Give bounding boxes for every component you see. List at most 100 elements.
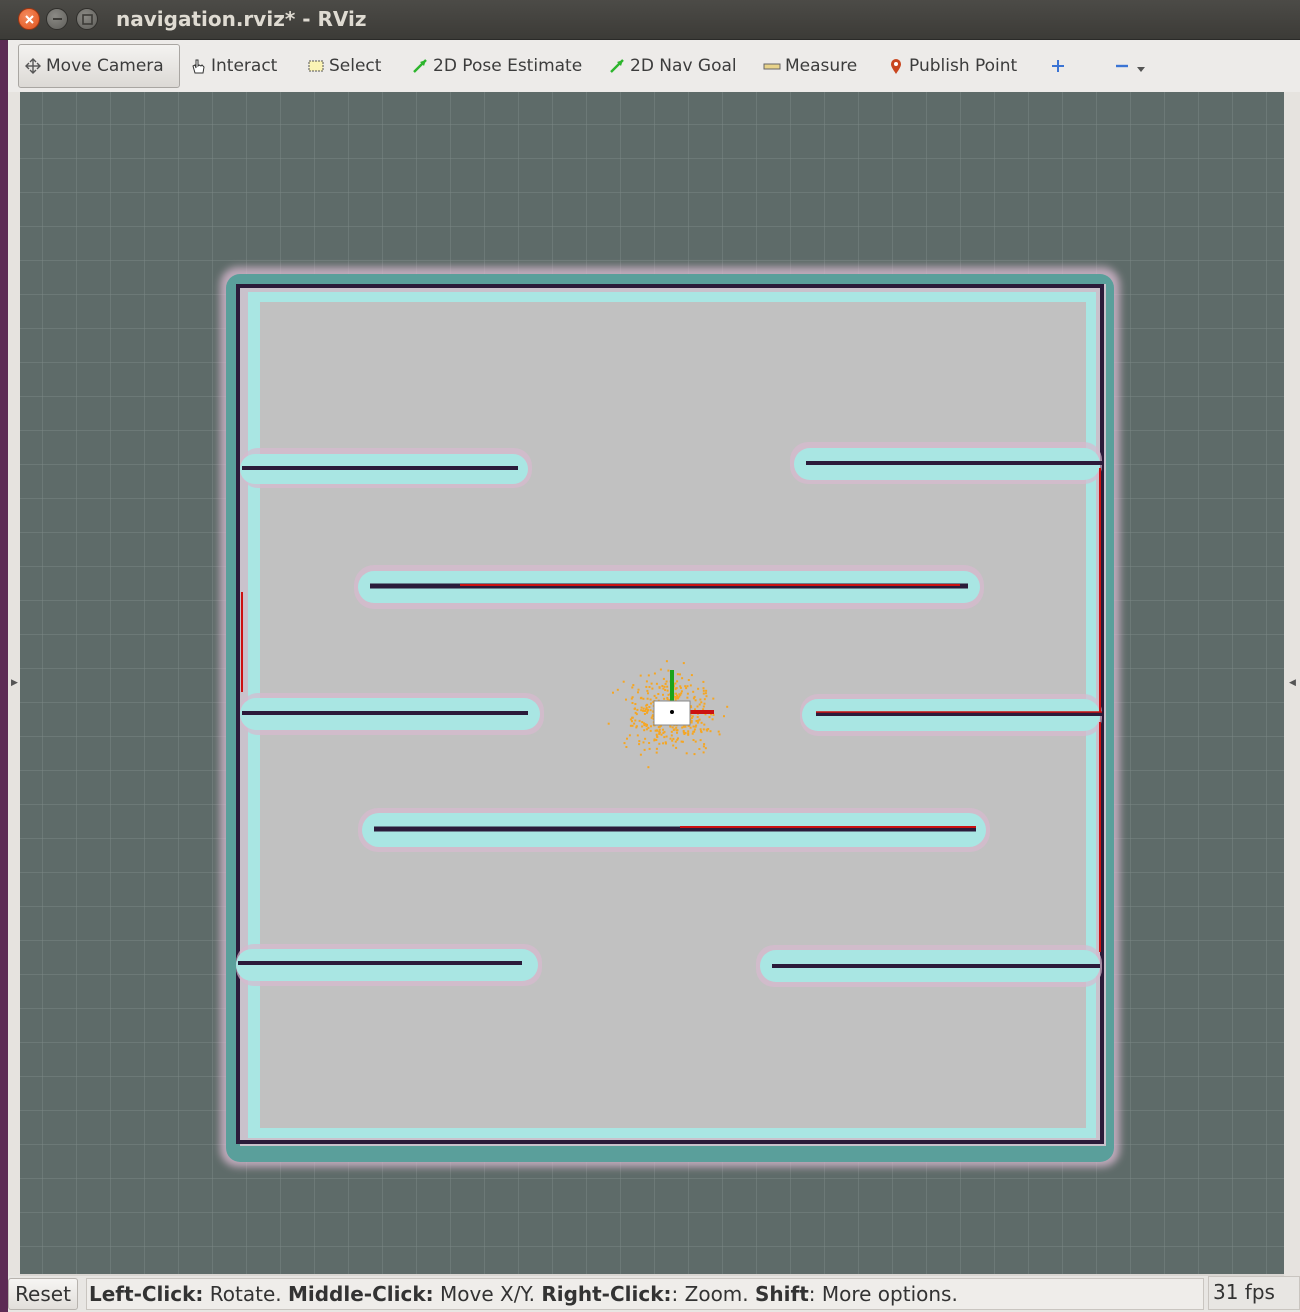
- particle: [702, 680, 705, 683]
- particle: [711, 718, 714, 721]
- minus-icon: [1112, 56, 1132, 76]
- tool-toolbar: Move Camera Interact Select 2D Pose Esti…: [8, 40, 1300, 92]
- particle: [667, 693, 670, 696]
- reset-button[interactable]: Reset: [8, 1278, 78, 1310]
- particle: [666, 685, 669, 688]
- particle: [645, 725, 648, 728]
- particle: [646, 710, 649, 713]
- title-bar: navigation.rviz* - RViz: [0, 0, 1300, 40]
- particle: [684, 725, 687, 728]
- particle: [699, 728, 702, 731]
- particle: [675, 687, 678, 690]
- particle: [681, 740, 684, 743]
- particle: [692, 690, 695, 693]
- add-tool-button[interactable]: [1046, 44, 1071, 88]
- particle: [662, 742, 665, 745]
- right-panel-collapse-handle[interactable]: ◀: [1284, 92, 1300, 1276]
- tool-label: 2D Nav Goal: [630, 56, 737, 76]
- hand-icon: [188, 56, 208, 76]
- particle: [644, 737, 647, 740]
- particle: [697, 719, 700, 722]
- tool-2d-nav-goal[interactable]: 2D Nav Goal: [605, 44, 737, 88]
- particle: [638, 740, 641, 743]
- particle: [657, 693, 660, 695]
- particle: [717, 730, 720, 733]
- particle: [648, 747, 651, 750]
- particle: [664, 682, 667, 685]
- close-window-button[interactable]: [18, 8, 40, 30]
- particle: [655, 739, 658, 741]
- particle: [676, 731, 678, 734]
- tool-move-camera[interactable]: Move Camera: [18, 44, 180, 88]
- particle: [712, 713, 715, 716]
- plus-icon: [1048, 56, 1068, 76]
- particle: [663, 697, 666, 700]
- particle: [705, 695, 708, 698]
- particle: [705, 689, 708, 692]
- particle: [671, 726, 674, 729]
- particle: [646, 708, 649, 711]
- tool-measure[interactable]: Measure: [760, 44, 857, 88]
- particle: [645, 680, 648, 683]
- particle: [680, 690, 683, 693]
- particle: [695, 724, 698, 727]
- particle: [689, 684, 692, 687]
- fps-display: 31 fps: [1208, 1276, 1300, 1310]
- particle: [655, 682, 658, 685]
- window-title: navigation.rviz* - RViz: [116, 7, 367, 31]
- minimize-window-button[interactable]: [46, 8, 68, 30]
- particle: [702, 745, 705, 748]
- hint-text: Rotate.: [203, 1282, 288, 1306]
- particle: [686, 696, 689, 699]
- particle: [690, 674, 693, 677]
- particle: [639, 753, 642, 756]
- particle: [638, 719, 641, 722]
- particle: [676, 673, 679, 676]
- particle: [648, 686, 651, 688]
- map-pin-icon: [886, 56, 906, 76]
- particle: [650, 725, 652, 728]
- particle: [697, 687, 700, 690]
- particle: [702, 692, 705, 695]
- ruler-icon: [762, 56, 782, 76]
- particle: [645, 707, 648, 709]
- render-viewport[interactable]: [20, 92, 1284, 1274]
- particle: [675, 696, 678, 699]
- particle: [696, 721, 699, 724]
- tool-interact[interactable]: Interact: [186, 44, 277, 88]
- particle: [653, 672, 656, 675]
- particle: [647, 766, 650, 769]
- hint-key: Right-Click:: [541, 1282, 672, 1306]
- tool-publish-point[interactable]: Publish Point: [884, 44, 1017, 88]
- hint-key: Shift: [755, 1282, 809, 1306]
- green-arrow-icon: [410, 56, 430, 76]
- particle: [676, 738, 679, 741]
- particle: [671, 739, 674, 742]
- particle: [633, 707, 636, 710]
- particle: [634, 703, 637, 705]
- particle: [633, 722, 636, 725]
- particle: [676, 680, 679, 683]
- particle: [626, 737, 628, 740]
- left-panel-collapse-handle[interactable]: ▶: [8, 92, 20, 1276]
- particle: [670, 730, 673, 733]
- hint-text: Move X/Y.: [433, 1282, 542, 1306]
- particle: [684, 685, 687, 688]
- particle: [696, 716, 699, 718]
- particle: [698, 703, 701, 706]
- particle: [698, 748, 701, 750]
- particle: [658, 686, 661, 689]
- map-canvas: [20, 92, 1284, 1274]
- particle: [675, 692, 678, 695]
- particle: [665, 680, 668, 683]
- particle: [693, 753, 696, 756]
- maximize-window-button[interactable]: [76, 8, 98, 30]
- particle: [649, 709, 652, 712]
- tool-label: Publish Point: [909, 56, 1018, 76]
- particle: [629, 718, 632, 721]
- tool-2d-pose-estimate[interactable]: 2D Pose Estimate: [408, 44, 582, 88]
- tool-select[interactable]: Select: [304, 44, 381, 88]
- remove-tool-button[interactable]: [1110, 44, 1150, 88]
- particle: [642, 707, 645, 710]
- particle: [625, 746, 628, 748]
